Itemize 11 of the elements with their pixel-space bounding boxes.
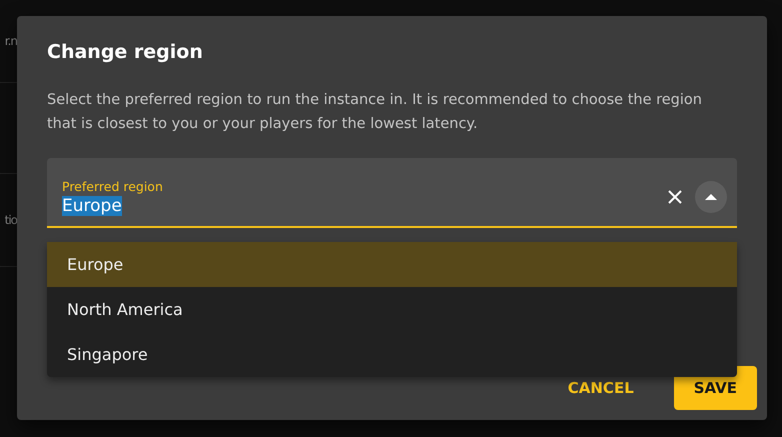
dialog-description: Select the preferred region to run the instance in. It is recommended to choose the region that is closest to you or your players for the lowest latency. — [47, 91, 703, 134]
region-select[interactable]: Preferred region Europe — [47, 158, 737, 228]
menu-option[interactable]: Europe — [47, 242, 737, 287]
field-value: Europe — [62, 196, 122, 216]
dialog-title: Change region — [47, 40, 204, 65]
field-label: Preferred region — [62, 178, 163, 194]
dropdown-toggle[interactable] — [695, 181, 727, 213]
menu-option[interactable]: North America — [47, 287, 737, 332]
arrow-up-icon — [705, 193, 717, 201]
background-text: r.n — [4, 34, 17, 48]
background-text: tio — [4, 213, 17, 227]
